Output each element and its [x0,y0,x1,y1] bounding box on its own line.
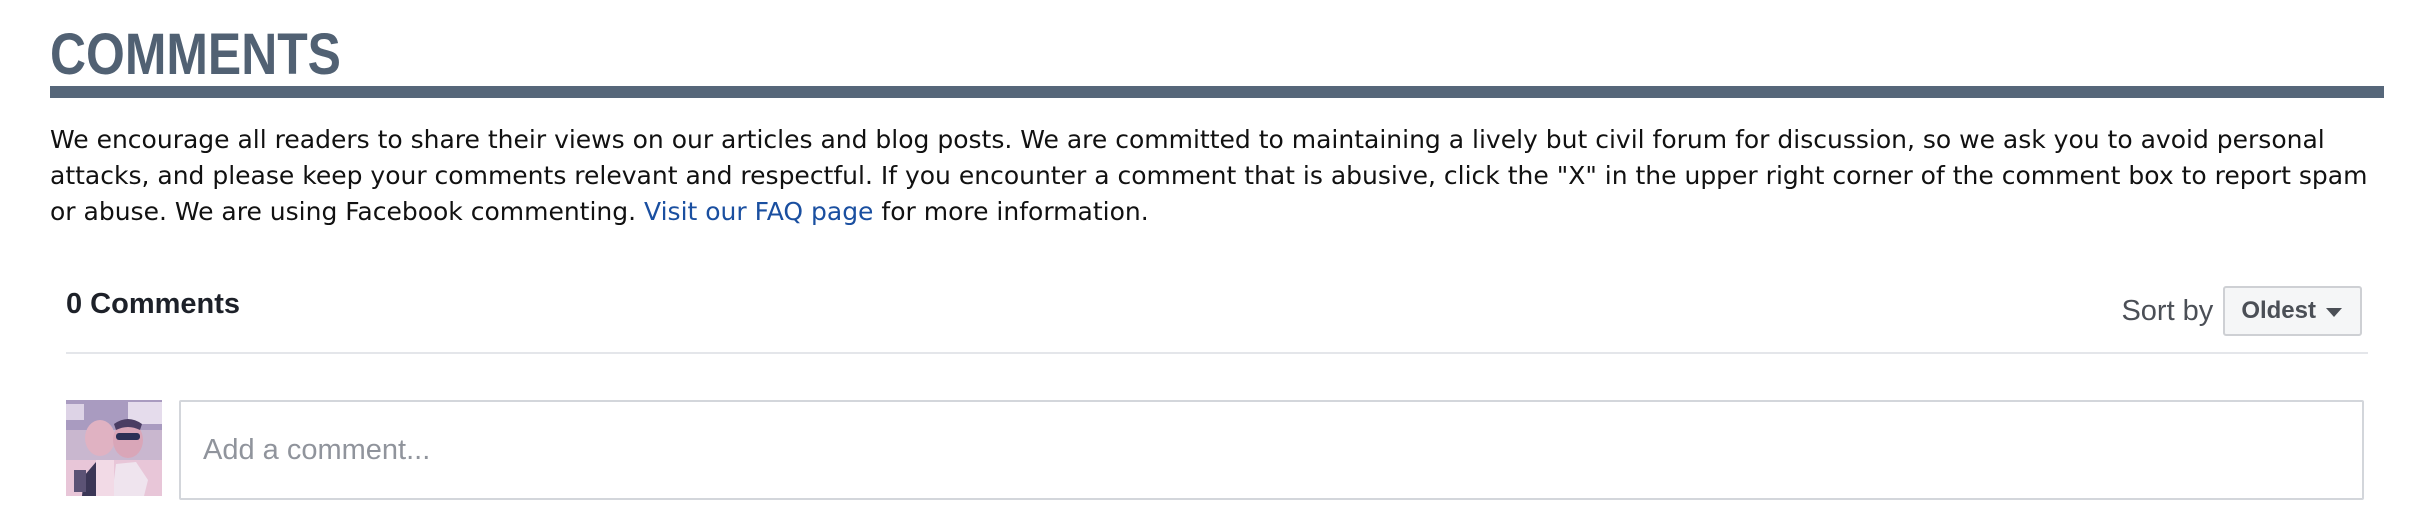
avatar-photo [66,400,162,496]
facebook-comments-widget: 0 Comments Sort by Oldest [66,280,2368,500]
comment-count: 0 Comments [66,288,241,320]
intro-text: We encourage all readers to share their … [50,125,2368,226]
sort-label: Sort by [2121,294,2214,327]
comments-intro: We encourage all readers to share their … [50,122,2384,230]
user-avatar [66,400,162,496]
comment-composer [66,400,2368,504]
caret-down-icon [2326,308,2342,317]
comment-input[interactable] [179,400,2364,500]
comments-header: 0 Comments Sort by Oldest [66,280,2368,354]
sort-selected-value: Oldest [2241,297,2316,324]
intro-after-link: for more information. [881,197,1149,226]
faq-link[interactable]: Visit our FAQ page [644,197,873,226]
section-title: COMMENTS [50,22,341,87]
title-divider [50,86,2384,98]
sort-control: Sort by Oldest [2121,286,2362,336]
sort-dropdown[interactable]: Oldest [2223,286,2362,336]
